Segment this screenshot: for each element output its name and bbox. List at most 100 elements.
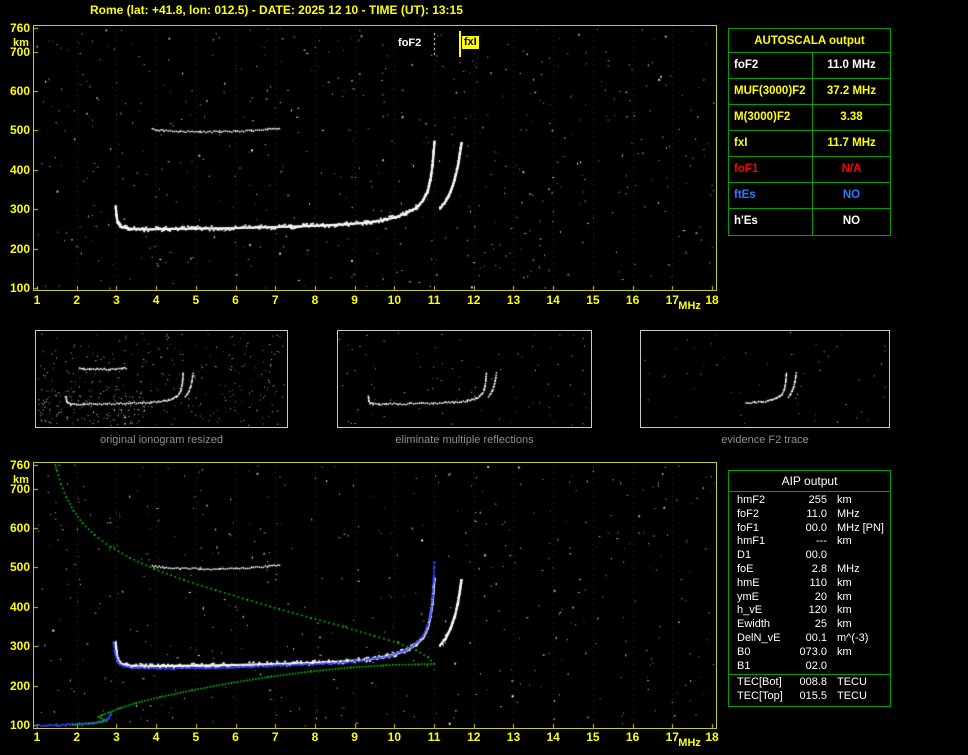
autoscala-row-ftes: ftEsNO bbox=[729, 183, 890, 209]
x-tick-label-8: 8 bbox=[302, 293, 328, 307]
parameter-value-ftes: NO bbox=[813, 183, 890, 208]
y-tick-label-300: 300 bbox=[0, 639, 30, 653]
x-tick-label-6: 6 bbox=[223, 730, 249, 744]
aip-value-hme: 110 bbox=[789, 577, 827, 591]
x-tick-label-2: 2 bbox=[64, 293, 90, 307]
parameter-value-fxi: 11.7 MHz bbox=[813, 131, 890, 156]
aip-row-hve: h_vE120 km bbox=[737, 604, 884, 618]
y-tick-label-500: 500 bbox=[0, 560, 30, 574]
thumbnail-original-ionogram bbox=[35, 330, 288, 428]
aip-row-delnve: DelN_vE00.1m^(-3) bbox=[737, 632, 884, 646]
aip-row-hmf2: hmF2255km bbox=[737, 494, 884, 508]
aip-name-hmf2: hmF2 bbox=[737, 494, 789, 508]
autoscala-row-muf3000f2: MUF(3000)F237.2 MHz bbox=[729, 79, 890, 105]
y-tick-label-760: 760 bbox=[0, 21, 30, 35]
parameter-value-fof2: 11.0 MHz bbox=[813, 53, 890, 78]
aip-unit-ewidth: km bbox=[837, 618, 852, 632]
aip-row-hme: hmE110km bbox=[737, 577, 884, 591]
y-tick-label-600: 600 bbox=[0, 521, 30, 535]
aip-row-tectop: TEC[Top]015.5 TECU bbox=[737, 690, 884, 704]
y-tick-label-200: 200 bbox=[0, 679, 30, 693]
autoscala-output-table: AUTOSCALA outputfoF211.0 MHzMUF(3000)F23… bbox=[728, 28, 891, 236]
x-tick-label-1: 1 bbox=[24, 730, 50, 744]
fxI-marker-line bbox=[459, 31, 461, 57]
x-tick-label-14: 14 bbox=[540, 730, 566, 744]
aip-row-d1: D100.0 bbox=[737, 549, 884, 563]
thumbnail-evidence-f2-trace bbox=[640, 330, 890, 428]
autoscala-row-hes: h'EsNO bbox=[729, 209, 890, 235]
y-tick-label-400: 400 bbox=[0, 163, 30, 177]
y-tick-label-500: 500 bbox=[0, 123, 30, 137]
y-tick-label-600: 600 bbox=[0, 84, 30, 98]
x-tick-label-18: 18 bbox=[699, 293, 725, 307]
station-date-time-header: Rome (lat: +41.8, lon: 012.5) - DATE: 20… bbox=[90, 3, 463, 17]
thumbnail-eliminate-multiple-reflections bbox=[337, 330, 592, 428]
aip-value-yme: 20 bbox=[789, 591, 827, 605]
x-tick-label-12: 12 bbox=[461, 293, 487, 307]
main-ionogram-plot-frame bbox=[33, 25, 717, 291]
aip-row-ewidth: Ewidth25 km bbox=[737, 618, 884, 632]
x-tick-label-3: 3 bbox=[103, 293, 129, 307]
aip-parameter-rows: hmF2255kmfoF211.0MHzfoF100.0MHz[PN]hmF1-… bbox=[729, 492, 890, 674]
aip-value-hmf2: 255 bbox=[789, 494, 827, 508]
thumbnail-caption-evidence: evidence F2 trace bbox=[640, 434, 890, 446]
x-tick-label-3: 3 bbox=[103, 730, 129, 744]
aip-value-hve: 120 bbox=[789, 604, 827, 618]
aip-value-delnve: 00.1 bbox=[789, 632, 827, 646]
aip-value-fof2: 11.0 bbox=[789, 508, 827, 522]
y-axis-unit-label: km bbox=[13, 37, 29, 49]
parameter-name-fof1: foF1 bbox=[729, 157, 813, 182]
aip-note-fof1: [PN] bbox=[863, 522, 884, 536]
autoscala-table-title: AUTOSCALA output bbox=[729, 29, 890, 53]
x-tick-label-9: 9 bbox=[342, 730, 368, 744]
x-tick-label-18: 18 bbox=[699, 730, 725, 744]
x-tick-label-15: 15 bbox=[580, 730, 606, 744]
aip-name-foe: foE bbox=[737, 563, 789, 577]
parameter-name-ftes: ftEs bbox=[729, 183, 813, 208]
aip-name-b1: B1 bbox=[737, 660, 789, 674]
parameter-name-m3000f2: M(3000)F2 bbox=[729, 105, 813, 130]
autoscala-window: Rome (lat: +41.8, lon: 012.5) - DATE: 20… bbox=[0, 0, 968, 755]
aip-name-b0: B0 bbox=[737, 646, 789, 660]
aip-name-tectop: TEC[Top] bbox=[737, 690, 789, 704]
aip-value-d1: 00.0 bbox=[789, 549, 827, 563]
y-tick-label-300: 300 bbox=[0, 202, 30, 216]
aip-value-fof1: 00.0 bbox=[789, 522, 827, 536]
x-tick-label-11: 11 bbox=[421, 730, 447, 744]
x-tick-label-13: 13 bbox=[500, 293, 526, 307]
x-tick-label-4: 4 bbox=[143, 730, 169, 744]
thumbnail-caption-eliminate: eliminate multiple reflections bbox=[337, 434, 592, 446]
aip-value-tectop: 015.5 bbox=[789, 690, 827, 704]
aip-name-d1: D1 bbox=[737, 549, 789, 563]
aip-row-fof1: foF100.0MHz[PN] bbox=[737, 522, 884, 536]
x-tick-label-1: 1 bbox=[24, 293, 50, 307]
aip-row-tecbot: TEC[Bot]008.8TECU bbox=[737, 676, 884, 690]
x-tick-label-10: 10 bbox=[381, 730, 407, 744]
x-tick-label-9: 9 bbox=[342, 293, 368, 307]
y-axis-unit-label: km bbox=[13, 474, 29, 486]
aip-value-foe: 2.8 bbox=[789, 563, 827, 577]
parameter-value-muf3000f2: 37.2 MHz bbox=[813, 79, 890, 104]
aip-output-panel: AIP output hmF2255kmfoF211.0MHzfoF100.0M… bbox=[728, 470, 891, 707]
aip-value-ewidth: 25 bbox=[789, 618, 827, 632]
profile-ionogram-plot-frame bbox=[33, 462, 717, 729]
x-tick-label-2: 2 bbox=[64, 730, 90, 744]
aip-value-hmf1: --- bbox=[789, 535, 827, 549]
aip-unit-foe: MHz bbox=[837, 563, 860, 577]
aip-value-b1: 02.0 bbox=[789, 660, 827, 674]
y-tick-label-200: 200 bbox=[0, 242, 30, 256]
x-tick-label-10: 10 bbox=[381, 293, 407, 307]
aip-name-ewidth: Ewidth bbox=[737, 618, 789, 632]
aip-name-hme: hmE bbox=[737, 577, 789, 591]
aip-tec-rows: TEC[Bot]008.8TECUTEC[Top]015.5 TECU bbox=[729, 674, 890, 706]
aip-unit-hve: km bbox=[837, 604, 852, 618]
x-axis-unit-label: MHz bbox=[678, 737, 701, 749]
y-tick-label-400: 400 bbox=[0, 600, 30, 614]
aip-unit-tectop: TECU bbox=[837, 690, 867, 704]
aip-name-hve: h_vE bbox=[737, 604, 789, 618]
parameter-value-m3000f2: 3.38 bbox=[813, 105, 890, 130]
aip-unit-fof2: MHz bbox=[837, 508, 860, 522]
parameter-value-fof1: N/A bbox=[813, 157, 890, 182]
aip-name-fof1: foF1 bbox=[737, 522, 789, 536]
aip-unit-delnve: m^(-3) bbox=[837, 632, 868, 646]
